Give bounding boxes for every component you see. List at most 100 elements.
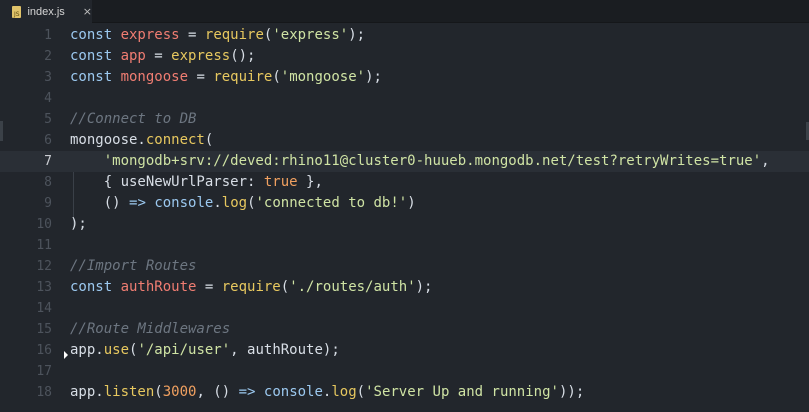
code-token: console xyxy=(154,195,214,211)
code-text[interactable]: //Import Routes xyxy=(70,256,196,277)
code-token: ); xyxy=(365,69,382,85)
code-text[interactable]: const express = require('express'); xyxy=(70,25,365,46)
line-number: 1 xyxy=(44,28,52,43)
tab-label: index.js xyxy=(27,5,65,18)
code-token: => xyxy=(129,195,146,211)
code-token: , authRoute); xyxy=(230,342,340,358)
line-number: 2 xyxy=(44,49,52,64)
code-token: = xyxy=(196,279,222,295)
code-token: listen xyxy=(103,384,155,400)
code-token: ( xyxy=(204,132,214,148)
code-line[interactable]: 12 //Import Routes xyxy=(0,256,809,277)
code-line[interactable]: 8 { useNewUrlParser: true }, xyxy=(0,172,809,193)
code-token: express xyxy=(120,27,180,43)
code-token: log xyxy=(221,195,248,211)
code-token: use xyxy=(103,342,130,358)
code-line[interactable]: 6 mongoose.connect( xyxy=(0,130,809,151)
code-token: : xyxy=(247,174,264,190)
code-token: true xyxy=(263,174,298,190)
code-line[interactable]: 13 const authRoute = require('./routes/au… xyxy=(0,277,809,298)
code-token: ) xyxy=(407,195,416,211)
code-token: express xyxy=(171,48,231,64)
code-token: () xyxy=(70,195,130,211)
code-token: => xyxy=(238,384,256,400)
code-token: connect xyxy=(145,132,205,148)
tab-bar: JS index.js × xyxy=(0,0,809,23)
code-text[interactable]: ); xyxy=(70,214,87,235)
line-number: 5 xyxy=(44,112,52,127)
close-icon[interactable]: × xyxy=(83,5,92,18)
line-number: 17 xyxy=(36,364,52,379)
code-line[interactable]: 4 xyxy=(0,88,809,109)
code-token: require xyxy=(221,279,281,295)
code-token: , () xyxy=(196,384,239,400)
code-token: const xyxy=(70,69,121,85)
code-token: app xyxy=(120,48,146,64)
code-text[interactable]: //Connect to DB xyxy=(70,109,196,130)
code-token: //Route Middlewares xyxy=(70,321,231,337)
code-token: ); xyxy=(70,216,87,232)
code-token: = xyxy=(188,69,214,85)
code-token: = xyxy=(145,48,172,64)
code-text[interactable]: () => console.log('connected to db!') xyxy=(70,193,416,214)
code-token: ( xyxy=(356,384,366,400)
code-line[interactable]: 1 const express = require('express'); xyxy=(0,25,809,46)
line-number: 14 xyxy=(36,301,52,316)
code-text[interactable]: const mongoose = require('mongoose'); xyxy=(70,67,382,88)
code-token: )); xyxy=(558,384,585,400)
code-token: 'Server Up and running' xyxy=(365,384,559,400)
code-token: //Import Routes xyxy=(70,258,197,274)
code-token: }, xyxy=(297,174,323,190)
code-text[interactable]: { useNewUrlParser: true }, xyxy=(70,172,323,193)
code-text[interactable]: mongoose.connect( xyxy=(70,130,213,151)
code-text[interactable]: app.use('/api/user', authRoute); xyxy=(70,340,340,361)
code-line[interactable]: 18 app.listen(3000, () => console.log('Se… xyxy=(0,382,809,403)
code-token: app. xyxy=(70,384,104,400)
line-number: 16 xyxy=(36,343,52,358)
code-line[interactable]: 2 const app = express(); xyxy=(0,46,809,67)
code-token: const xyxy=(70,27,121,43)
code-token: const xyxy=(70,48,121,64)
code-line[interactable]: 9 () => console.log('connected to db!') xyxy=(0,193,809,214)
code-line[interactable]: 10); xyxy=(0,214,809,235)
code-text[interactable]: //Route Middlewares xyxy=(70,319,230,340)
line-number: 3 xyxy=(44,70,52,85)
code-line[interactable]: 16 app.use('/api/user', authRoute); xyxy=(0,340,809,361)
code-line[interactable]: 17 xyxy=(0,361,809,382)
code-token: ( xyxy=(272,69,281,85)
code-token: console xyxy=(263,384,323,400)
line-number: 7 xyxy=(44,154,52,169)
line-number: 12 xyxy=(36,259,52,274)
code-line[interactable]: 5 //Connect to DB xyxy=(0,109,809,130)
code-text[interactable]: const app = express(); xyxy=(70,46,255,67)
code-line[interactable]: 7 'mongodb+srv://deved:rhino11@cluster0-… xyxy=(0,151,809,172)
code-token: , xyxy=(761,153,770,169)
code-token: 'mongoose' xyxy=(280,69,366,85)
code-token: ( xyxy=(154,384,163,400)
line-number: 8 xyxy=(44,175,52,190)
mouse-cursor-icon xyxy=(64,351,68,359)
tab-index-js[interactable]: JS index.js × xyxy=(0,0,92,23)
code-token: const xyxy=(70,279,121,295)
code-text[interactable]: app.listen(3000, () => console.log('Serv… xyxy=(70,382,584,403)
code-token: . xyxy=(213,195,222,211)
code-text[interactable]: const authRoute = require('./routes/auth… xyxy=(70,277,432,298)
code-line[interactable]: 14 xyxy=(0,298,809,319)
code-token: ( xyxy=(280,279,290,295)
code-line[interactable]: 11 xyxy=(0,235,809,256)
line-number: 9 xyxy=(44,196,52,211)
code-token: //Connect to DB xyxy=(70,111,197,127)
code-token: ); xyxy=(348,27,366,43)
code-token: 'mongodb+srv://deved:rhino11@cluster0-hu… xyxy=(103,153,762,169)
code-token: require xyxy=(204,27,264,43)
code-line[interactable]: 15 //Route Middlewares xyxy=(0,319,809,340)
code-editor[interactable]: 1 const express = require('express'); 2 con… xyxy=(0,23,809,412)
code-token: 'express' xyxy=(272,27,349,43)
code-text[interactable]: 'mongodb+srv://deved:rhino11@cluster0-hu… xyxy=(70,151,770,172)
code-token: authRoute xyxy=(120,279,197,295)
code-line[interactable]: 3 const mongoose = require('mongoose'); xyxy=(0,67,809,88)
line-number: 15 xyxy=(36,322,52,337)
code-token: require xyxy=(213,69,273,85)
code-token: ); xyxy=(415,279,433,295)
